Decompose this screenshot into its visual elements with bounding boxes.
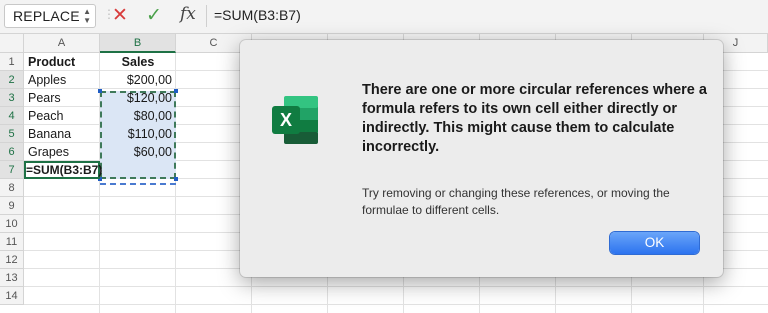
cancel-icon[interactable]: ✕	[112, 4, 128, 27]
row-header-11[interactable]: 11	[0, 233, 24, 251]
cell-b5[interactable]: $110,00	[100, 125, 176, 143]
copy-marquee	[100, 183, 176, 187]
chevron-up-icon: ▲	[83, 7, 91, 16]
cell-a1[interactable]: Product	[24, 53, 100, 71]
row-header-5[interactable]: 5	[0, 125, 24, 143]
name-box-stepper[interactable]: ▲ ▼	[83, 7, 91, 25]
cell-a3[interactable]: Pears	[24, 89, 100, 107]
cell-b6[interactable]: $60,00	[100, 143, 176, 161]
gridline	[24, 286, 768, 287]
row-header-3[interactable]: 3	[0, 89, 24, 107]
formula-input[interactable]: =SUM(B3:B7)	[214, 7, 301, 23]
row-header-9[interactable]: 9	[0, 197, 24, 215]
dialog-message: There are one or more circular reference…	[362, 82, 707, 155]
circular-reference-dialog: X There are one or more circular referen…	[240, 40, 723, 277]
range-handle[interactable]	[174, 177, 178, 181]
cell-b1[interactable]: Sales	[100, 53, 176, 71]
name-box[interactable]: REPLACE ▲ ▼	[4, 4, 96, 28]
gridline	[24, 304, 768, 305]
cell-b3[interactable]: $120,00	[100, 89, 176, 107]
insert-function-icon[interactable]: fx	[180, 4, 196, 24]
row-header-2[interactable]: 2	[0, 71, 24, 89]
row-header-14[interactable]: 14	[0, 287, 24, 305]
row-header-10[interactable]: 10	[0, 215, 24, 233]
cell-b4[interactable]: $80,00	[100, 107, 176, 125]
excel-icon-letter: X	[280, 110, 292, 130]
cell-a5[interactable]: Banana	[24, 125, 100, 143]
cell-a7[interactable]: =SUM(B3:B7)	[26, 161, 116, 179]
cell-a4[interactable]: Peach	[24, 107, 100, 125]
row-header-6[interactable]: 6	[0, 143, 24, 161]
row-header-12[interactable]: 12	[0, 251, 24, 269]
formula-bar: REPLACE ▲ ▼ ⋮ ✕ ✓ fx =SUM(B3:B7)	[0, 0, 768, 34]
column-header-b[interactable]: B	[100, 34, 176, 53]
dialog-detail: Try removing or changing these reference…	[362, 186, 670, 217]
column-header-a[interactable]: A	[24, 34, 100, 53]
row-header-7[interactable]: 7	[0, 161, 24, 179]
formula-divider	[206, 5, 207, 27]
name-box-value: REPLACE	[13, 8, 80, 24]
row-header-13[interactable]: 13	[0, 269, 24, 287]
cell-a6[interactable]: Grapes	[24, 143, 100, 161]
row-header-4[interactable]: 4	[0, 107, 24, 125]
select-all-corner[interactable]	[0, 34, 24, 53]
excel-icon: X	[272, 96, 318, 144]
cell-a2[interactable]: Apples	[24, 71, 100, 89]
chevron-down-icon: ▼	[83, 16, 91, 25]
ok-button[interactable]: OK	[610, 232, 699, 254]
row-header-8[interactable]: 8	[0, 179, 24, 197]
enter-icon[interactable]: ✓	[146, 4, 162, 27]
cell-b2[interactable]: $200,00	[100, 71, 176, 89]
row-header-1[interactable]: 1	[0, 53, 24, 71]
